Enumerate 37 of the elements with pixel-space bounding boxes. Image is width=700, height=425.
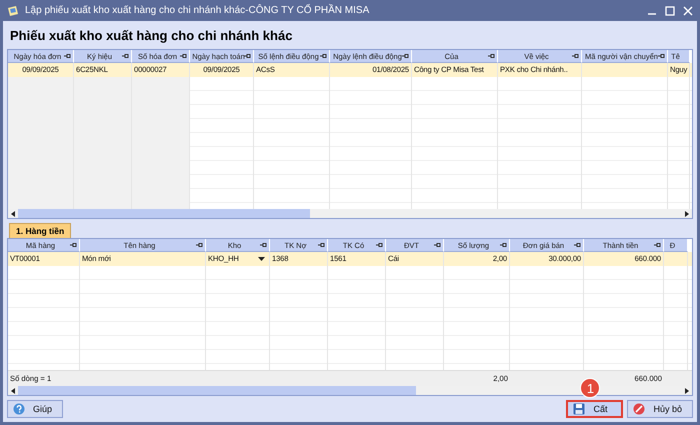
pin-icon[interactable] <box>196 242 203 248</box>
tab[interactable]: 1. Hàng tiền <box>9 223 72 238</box>
pin-icon[interactable] <box>70 242 77 248</box>
save-icon <box>573 403 586 415</box>
maximize-icon[interactable] <box>665 6 675 16</box>
horizontal-scrollbar[interactable] <box>8 209 692 218</box>
pin-icon[interactable] <box>64 53 71 59</box>
pin-icon[interactable] <box>180 53 187 59</box>
horizontal-scrollbar[interactable] <box>8 386 692 395</box>
scroll-right-icon[interactable] <box>684 210 690 216</box>
scroll-left-icon[interactable] <box>10 210 16 216</box>
save-button[interactable]: Cất <box>566 400 624 418</box>
dropdown-caret-icon[interactable] <box>258 257 265 261</box>
window-title: Lập phiếu xuất kho xuất hàng cho chi nhánh khác-CÔNG TY CỔ PHẦN MISA <box>25 5 370 16</box>
pin-icon[interactable] <box>488 53 495 59</box>
close-icon[interactable] <box>683 6 693 16</box>
pin-icon[interactable] <box>500 242 507 248</box>
pin-icon[interactable] <box>318 242 325 248</box>
scroll-thumb[interactable] <box>18 209 310 218</box>
pin-icon[interactable] <box>244 53 251 59</box>
form-heading: Phiếu xuất kho xuất hàng cho chi nhánh khác <box>9 27 294 45</box>
pin-icon[interactable] <box>574 242 581 248</box>
help-button[interactable]: Giúp <box>7 400 64 418</box>
pin-icon[interactable] <box>654 242 661 248</box>
pin-icon[interactable] <box>572 53 579 59</box>
pin-icon[interactable] <box>376 242 383 248</box>
pin-icon[interactable] <box>434 242 441 248</box>
pin-icon[interactable] <box>402 53 409 59</box>
app-icon <box>7 4 19 16</box>
pin-icon[interactable] <box>320 53 327 59</box>
scroll-thumb[interactable] <box>18 386 416 395</box>
cancel-button[interactable]: Hủy bỏ <box>627 400 693 418</box>
cancel-icon <box>633 403 646 415</box>
pin-icon[interactable] <box>122 53 129 59</box>
pin-icon[interactable] <box>658 53 665 59</box>
pin-icon[interactable] <box>260 242 267 248</box>
help-icon <box>13 403 25 415</box>
